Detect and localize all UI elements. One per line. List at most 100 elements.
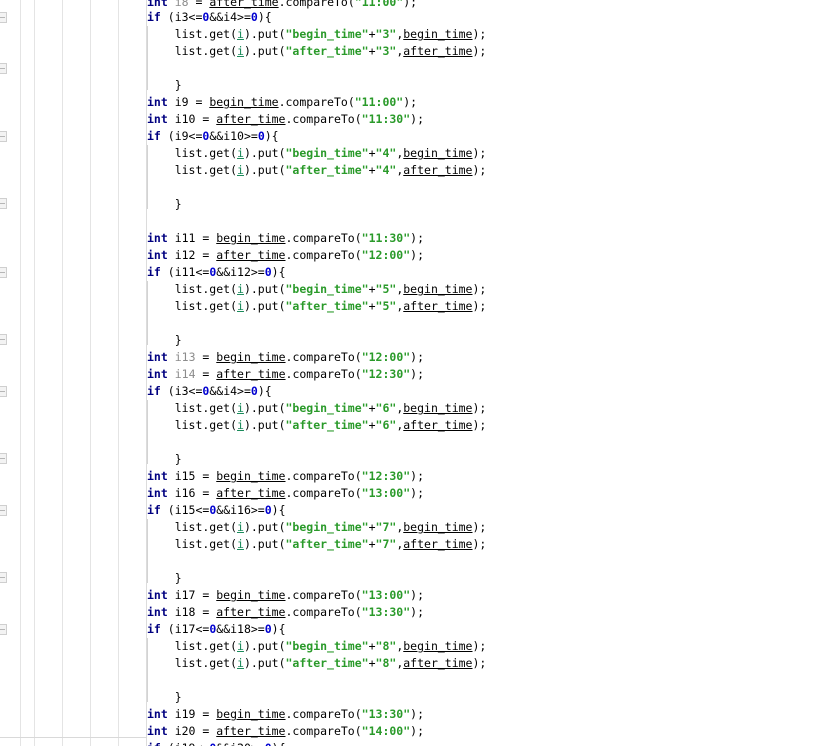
code-line[interactable]: int i13 = begin_time.compareTo("12:00"); — [0, 349, 814, 366]
token-kw: if — [147, 129, 161, 143]
code-line[interactable]: if (i3<=0&&i4>=0){ — [0, 383, 814, 400]
token-punct: ){ — [271, 622, 286, 636]
token-punct: ); — [410, 469, 424, 483]
code-line[interactable] — [0, 315, 814, 332]
token-punct: ); — [472, 282, 487, 296]
token-field: after_time — [216, 367, 286, 381]
code-line[interactable]: int i20 = after_time.compareTo("14:00"); — [0, 723, 814, 740]
token-field: begin_time — [216, 231, 286, 245]
code-line[interactable]: int i19 = begin_time.compareTo("13:30"); — [0, 706, 814, 723]
token-kw: if — [147, 10, 161, 24]
code-editor[interactable]: int i8 = after_time.compareTo("11:00"); i… — [0, 0, 814, 746]
code-line[interactable]: int i18 = after_time.compareTo("13:30"); — [0, 604, 814, 621]
code-line[interactable]: int i11 = begin_time.compareTo("11:30"); — [0, 230, 814, 247]
code-line[interactable]: list.get(i).put("begin_time"+"5",begin_t… — [0, 281, 814, 298]
token-str: "begin_time" — [285, 146, 369, 160]
token-punct: &&i16>= — [216, 503, 265, 517]
token-punct: (i17<= — [160, 622, 210, 636]
code-line[interactable]: } — [0, 451, 814, 468]
code-line[interactable]: int i17 = begin_time.compareTo("13:00"); — [0, 587, 814, 604]
code-line[interactable]: list.get(i).put("begin_time"+"8",begin_t… — [0, 638, 814, 655]
token-local: i — [237, 520, 244, 534]
code-line[interactable]: list.get(i).put("after_time"+"7",after_t… — [0, 536, 814, 553]
code-line[interactable]: } — [0, 77, 814, 94]
token-str: "11:00" — [354, 95, 404, 109]
code-line[interactable]: if (i9<=0&&i10>=0){ — [0, 128, 814, 145]
token-local: i — [237, 299, 244, 313]
token-punct: + — [368, 44, 376, 58]
token-punct: i17 = — [167, 588, 217, 602]
code-line[interactable] — [0, 434, 814, 451]
token-kw: if — [147, 503, 161, 517]
code-line[interactable] — [0, 553, 814, 570]
token-kw: if — [147, 384, 161, 398]
code-line[interactable]: int i16 = after_time.compareTo("13:00"); — [0, 485, 814, 502]
token-kw: int — [147, 724, 168, 738]
token-punct: &&i12>= — [216, 265, 265, 279]
code-line[interactable]: int i14 = after_time.compareTo("12:30"); — [0, 366, 814, 383]
token-punct: } — [147, 452, 182, 466]
token-num: 0 — [264, 265, 272, 279]
code-line[interactable]: if (i15<=0&&i16>=0){ — [0, 502, 814, 519]
token-kw: int — [147, 248, 168, 262]
token-kw: int — [147, 112, 168, 126]
code-line[interactable]: int i10 = after_time.compareTo("11:30"); — [0, 111, 814, 128]
token-punct: ); — [472, 418, 487, 432]
token-punct: } — [147, 571, 182, 585]
token-punct: ); — [410, 724, 424, 738]
token-punct: ); — [410, 231, 424, 245]
token-unused: i14 — [174, 367, 196, 381]
code-line[interactable]: list.get(i).put("after_time"+"5",after_t… — [0, 298, 814, 315]
code-line[interactable]: if (i19<=0&&i20>=0){ — [0, 740, 814, 746]
token-punct: ); — [410, 588, 424, 602]
code-line[interactable]: } — [0, 196, 814, 213]
code-line[interactable]: int i12 = after_time.compareTo("12:00"); — [0, 247, 814, 264]
code-line[interactable] — [0, 213, 814, 230]
code-line[interactable]: int i15 = begin_time.compareTo("12:30"); — [0, 468, 814, 485]
code-line[interactable] — [0, 672, 814, 689]
token-str: "7" — [375, 520, 397, 534]
token-punct: + — [368, 282, 376, 296]
token-punct — [168, 0, 175, 9]
code-line[interactable]: list.get(i).put("after_time"+"6",after_t… — [0, 417, 814, 434]
token-punct: } — [147, 78, 182, 92]
token-punct: .compareTo( — [285, 350, 362, 364]
token-punct: } — [147, 197, 182, 211]
token-str: "begin_time" — [285, 282, 369, 296]
code-line[interactable]: } — [0, 332, 814, 349]
code-line[interactable]: list.get(i).put("begin_time"+"4",begin_t… — [0, 145, 814, 162]
code-line[interactable]: list.get(i).put("after_time"+"8",after_t… — [0, 655, 814, 672]
token-local: i — [237, 401, 244, 415]
code-line[interactable]: if (i17<=0&&i18>=0){ — [0, 621, 814, 638]
token-punct: ); — [410, 707, 424, 721]
code-line[interactable]: } — [0, 570, 814, 587]
token-punct: .compareTo( — [285, 486, 362, 500]
token-str: "12:30" — [361, 367, 411, 381]
code-line[interactable]: } — [0, 689, 814, 706]
code-line[interactable]: if (i11<=0&&i12>=0){ — [0, 264, 814, 281]
code-line[interactable]: list.get(i).put("begin_time"+"3",begin_t… — [0, 26, 814, 43]
code-line[interactable] — [0, 60, 814, 77]
code-line[interactable]: list.get(i).put("after_time"+"3",after_t… — [0, 43, 814, 60]
token-field: after_time — [216, 605, 286, 619]
code-line[interactable]: int i9 = begin_time.compareTo("11:00"); — [0, 94, 814, 111]
code-line[interactable] — [0, 179, 814, 196]
code-line[interactable]: list.get(i).put("begin_time"+"7",begin_t… — [0, 519, 814, 536]
code-line[interactable]: list.get(i).put("after_time"+"4",after_t… — [0, 162, 814, 179]
token-field: begin_time — [209, 95, 279, 109]
token-punct: i19 = — [167, 707, 217, 721]
code-line[interactable]: if (i3<=0&&i4>=0){ — [0, 9, 814, 26]
token-punct: (i15<= — [160, 503, 210, 517]
code-text-area[interactable]: int i8 = after_time.compareTo("11:00"); i… — [0, 0, 814, 746]
token-punct: list.get( — [147, 163, 238, 177]
code-line[interactable]: list.get(i).put("begin_time"+"6",begin_t… — [0, 400, 814, 417]
token-punct: list.get( — [147, 537, 238, 551]
token-field: begin_time — [216, 469, 286, 483]
token-num: 0 — [265, 741, 272, 746]
token-punct: ).put( — [243, 163, 286, 177]
token-punct: ){ — [271, 503, 286, 517]
token-str: "3" — [375, 27, 397, 41]
token-field: begin_time — [403, 27, 473, 41]
token-punct: .compareTo( — [285, 588, 362, 602]
token-punct: i15 = — [167, 469, 217, 483]
